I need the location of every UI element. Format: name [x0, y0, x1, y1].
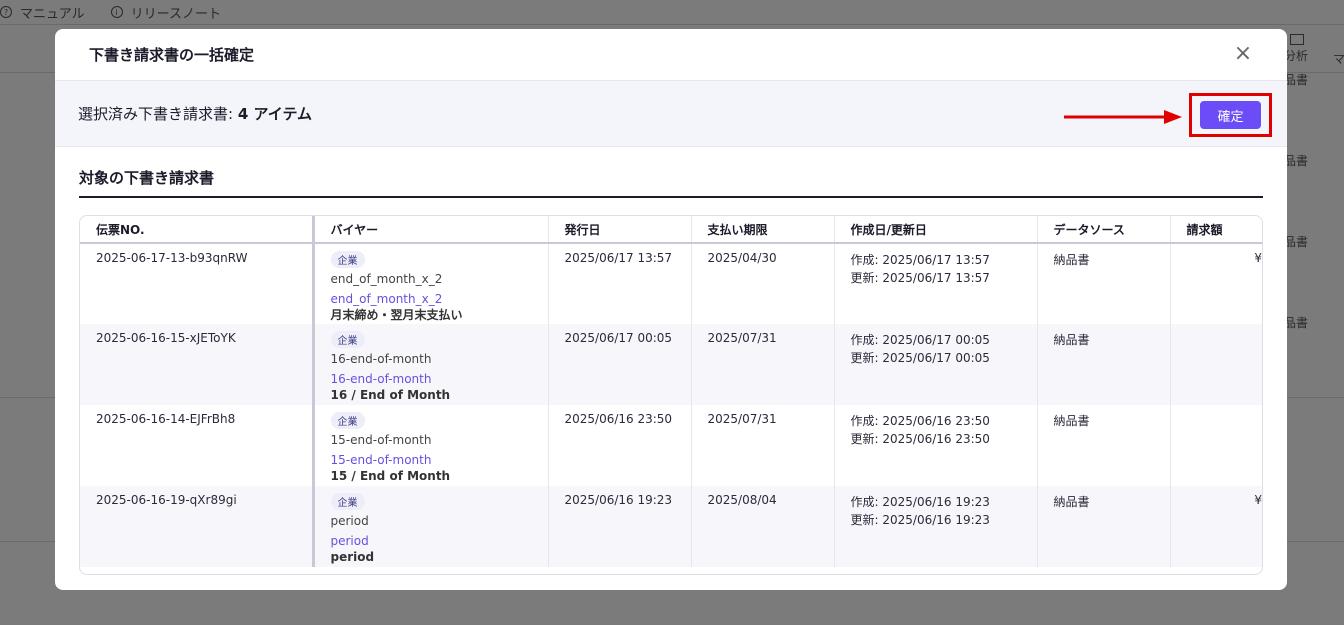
buyer-name: 15-end-of-month [330, 433, 432, 447]
data-source: 納品書 [1037, 324, 1171, 405]
updated-date: 更新: 2025/06/16 19:23 [850, 513, 990, 527]
due-date: 2025/08/04 [691, 486, 835, 567]
amount [1170, 405, 1262, 486]
column-header-issue-date[interactable]: 発行日 [548, 216, 692, 244]
table-row: 2025-06-16-19-qXr89gi 企業 period period p… [80, 486, 1262, 567]
summary-count: 4 アイテム [237, 105, 312, 123]
created-updated-cell: 作成: 2025/06/16 23:50 更新: 2025/06/16 23:5… [834, 405, 1038, 486]
created-date: 作成: 2025/06/17 00:05 [850, 333, 990, 347]
invoice-no: 2025-06-17-13-b93qnRW [80, 243, 314, 324]
column-header-created-updated[interactable]: 作成日/更新日 [834, 216, 1038, 244]
bg-row-label: 品書 [1284, 235, 1309, 249]
dialog-title: 下書き請求書の一括確定 [89, 46, 255, 64]
due-date: 2025/04/30 [691, 243, 835, 324]
bulk-confirm-dialog: 下書き請求書の一括確定 × 選択済み下書き請求書: 4 アイテム 確定 対象の下… [55, 29, 1287, 590]
issue-date: 2025/06/17 13:57 [548, 243, 692, 324]
table-row: 2025-06-16-15-xJEToYK 企業 16-end-of-month… [80, 324, 1262, 405]
section-title: 対象の下書き請求書 [79, 167, 1263, 198]
amount: ¥ [1170, 486, 1262, 567]
summary-prefix: 選択済み下書き請求書: [78, 105, 238, 123]
payment-term: 16 / End of Month [330, 388, 451, 402]
company-tag: 企業 [330, 251, 365, 268]
company-tag: 企業 [330, 331, 365, 348]
bg-row-label: 品書 [1284, 316, 1309, 330]
buyer-cell: 企業 16-end-of-month 16-end-of-month 16 / … [311, 324, 549, 405]
due-date: 2025/07/31 [691, 324, 835, 405]
buyer-name: end_of_month_x_2 [330, 272, 443, 286]
column-header-buyer[interactable]: バイヤー [311, 216, 549, 244]
bg-row-label: 品書 [1284, 154, 1309, 168]
updated-date: 更新: 2025/06/17 13:57 [850, 271, 990, 285]
background-topbar: ? マニュアル i リリースノート [0, 0, 1344, 24]
buyer-cell: 企業 end_of_month_x_2 end_of_month_x_2 月末締… [311, 243, 549, 324]
amount [1170, 324, 1262, 405]
manual-link[interactable]: ? マニュアル [0, 3, 85, 22]
payment-term: 月末締め・翌月末支払い [330, 308, 463, 322]
created-date: 作成: 2025/06/17 13:57 [850, 253, 990, 267]
buyer-link[interactable]: end_of_month_x_2 [331, 291, 532, 307]
bg-row-label: 品書 [1284, 73, 1309, 87]
column-header-data-source[interactable]: データソース [1037, 216, 1171, 244]
release-notes-link[interactable]: i リリースノート [110, 3, 221, 22]
company-tag: 企業 [330, 412, 365, 429]
chart-icon [1290, 34, 1304, 45]
release-notes-label: リリースノート [130, 6, 221, 22]
payment-term: period [330, 550, 375, 564]
column-header-due-date[interactable]: 支払い期限 [691, 216, 835, 244]
created-updated-cell: 作成: 2025/06/16 19:23 更新: 2025/06/16 19:2… [834, 486, 1038, 567]
amount: ¥ [1254, 251, 1262, 265]
buyer-name: 16-end-of-month [330, 352, 432, 366]
dialog-header: 下書き請求書の一括確定 × [55, 29, 1287, 81]
manual-label: マニュアル [20, 6, 85, 22]
updated-date: 更新: 2025/06/16 23:50 [850, 432, 990, 446]
issue-date: 2025/06/17 00:05 [548, 324, 692, 405]
buyer-cell: 企業 period period period [311, 486, 549, 567]
analysis-nav-item[interactable]: 分析 [1284, 34, 1308, 64]
table-row: 2025-06-17-13-b93qnRW 企業 end_of_month_x_… [80, 243, 1262, 324]
help-icon: ? [0, 6, 12, 18]
updated-date: 更新: 2025/06/17 00:05 [850, 351, 990, 365]
data-source: 納品書 [1037, 243, 1171, 324]
issue-date: 2025/06/16 23:50 [548, 405, 692, 486]
invoice-no: 2025-06-16-19-qXr89gi [80, 486, 314, 567]
arrow-pointer-icon [1064, 110, 1182, 124]
payment-term: 15 / End of Month [330, 469, 451, 483]
invoice-no: 2025-06-16-15-xJEToYK [80, 324, 314, 405]
info-icon: i [110, 6, 123, 18]
buyer-link[interactable]: period [331, 533, 532, 549]
column-header-amount[interactable]: 請求額 [1170, 216, 1262, 244]
created-updated-cell: 作成: 2025/06/17 13:57 更新: 2025/06/17 13:5… [834, 243, 1038, 324]
table-row: 2025-06-16-14-EJFrBh8 企業 15-end-of-month… [80, 405, 1262, 486]
created-date: 作成: 2025/06/16 19:23 [850, 495, 990, 509]
confirm-button[interactable]: 確定 [1200, 101, 1261, 129]
data-source: 納品書 [1037, 405, 1171, 486]
column-header-no[interactable]: 伝票NO. [80, 216, 314, 244]
close-button[interactable]: × [1233, 42, 1253, 65]
selection-summary: 選択済み下書き請求書: 4 アイテム 確定 [55, 81, 1287, 147]
draft-invoices-table: 伝票NO. バイヤー 発行日 支払い期限 作成日/更新日 データソース 請求額 … [79, 215, 1263, 575]
selection-summary-text: 選択済み下書き請求書: 4 アイテム [78, 103, 312, 124]
buyer-name: period [330, 514, 369, 528]
created-date: 作成: 2025/06/16 23:50 [850, 414, 990, 428]
company-tag: 企業 [330, 493, 365, 510]
confirm-button-highlight: 確定 [1189, 93, 1272, 137]
due-date: 2025/07/31 [691, 405, 835, 486]
buyer-link[interactable]: 15-end-of-month [331, 452, 532, 468]
created-updated-cell: 作成: 2025/06/17 00:05 更新: 2025/06/17 00:0… [834, 324, 1038, 405]
table-header-row: 伝票NO. バイヤー 発行日 支払い期限 作成日/更新日 データソース 請求額 [80, 216, 1262, 244]
divider [0, 24, 1344, 25]
data-source: 納品書 [1037, 486, 1171, 567]
buyer-link[interactable]: 16-end-of-month [331, 371, 532, 387]
nav-item-truncated[interactable]: マ [1333, 50, 1344, 67]
analysis-label: 分析 [1284, 49, 1309, 63]
invoice-no: 2025-06-16-14-EJFrBh8 [80, 405, 314, 486]
buyer-cell: 企業 15-end-of-month 15-end-of-month 15 / … [311, 405, 549, 486]
issue-date: 2025/06/16 19:23 [548, 486, 692, 567]
